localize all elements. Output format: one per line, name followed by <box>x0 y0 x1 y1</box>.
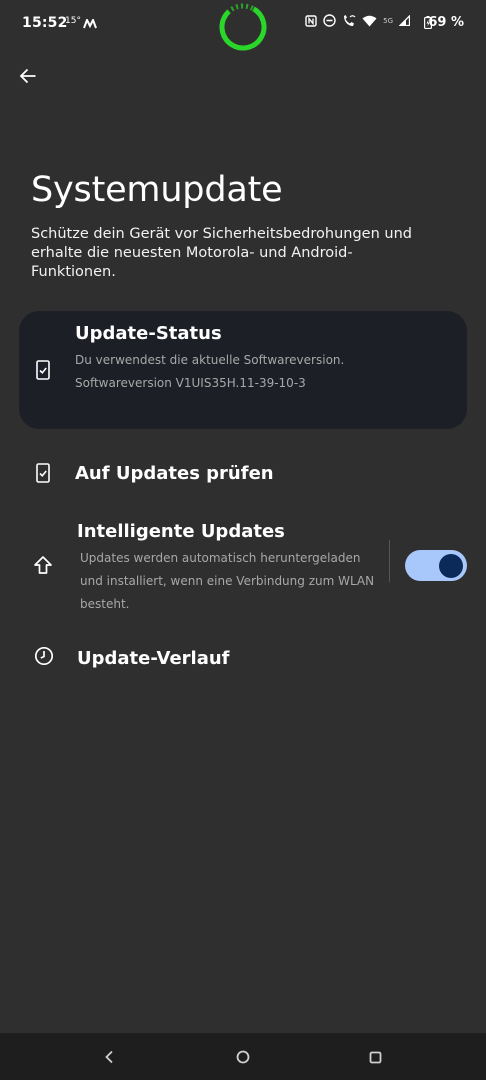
home-nav-icon <box>236 1050 250 1064</box>
nav-back-button[interactable] <box>97 1045 121 1069</box>
update-history-item[interactable]: Update-Verlauf <box>0 640 486 680</box>
update-status-title: Update-Status <box>75 323 222 344</box>
system-update-screen: 15:52 15° 5G 69 % Systemupdate Schütze d… <box>0 0 486 1080</box>
page-title: Systemupdate <box>31 170 283 210</box>
smart-updates-label: Intelligente Updates <box>77 521 285 542</box>
toggle-divider <box>389 540 390 582</box>
status-icons: 5G <box>305 14 410 27</box>
update-status-card[interactable]: Update-Status Du verwendest die aktuelle… <box>19 311 467 429</box>
wifi-call-icon <box>342 14 356 27</box>
phone-check-icon <box>35 360 51 384</box>
wifi-icon <box>362 15 377 27</box>
moto-icon <box>83 14 97 33</box>
phone-check-icon <box>35 463 51 487</box>
back-nav-icon <box>105 1050 113 1064</box>
page-subtitle: Schütze dein Gerät vor Sicherheitsbedroh… <box>31 226 412 280</box>
back-button[interactable] <box>14 62 42 90</box>
clock-icon <box>34 646 54 670</box>
progress-ring-icon <box>218 2 268 56</box>
nav-recents-button[interactable] <box>363 1045 387 1069</box>
update-history-label: Update-Verlauf <box>77 648 230 669</box>
smart-updates-description: Updates werden automatisch heruntergelad… <box>80 551 375 611</box>
toggle-knob <box>439 553 463 578</box>
status-bar: 15:52 15° 5G 69 % <box>0 0 486 51</box>
network-type: 5G <box>383 16 393 25</box>
navigation-bar <box>0 1033 486 1080</box>
software-version: Softwareversion V1UIS35H.11-39-10-3 <box>75 376 306 390</box>
dnd-icon <box>323 14 336 27</box>
status-time: 15:52 <box>22 15 68 31</box>
check-updates-item[interactable]: Auf Updates prüfen <box>0 455 486 495</box>
battery-percent: 69 % <box>428 15 464 30</box>
smart-updates-toggle[interactable] <box>405 550 467 581</box>
recents-nav-icon <box>369 1051 381 1063</box>
check-updates-label: Auf Updates prüfen <box>75 463 274 484</box>
nav-home-button[interactable] <box>231 1045 255 1069</box>
signal-icon <box>399 15 410 26</box>
nfc-icon <box>305 14 317 27</box>
update-status-message: Du verwendest die aktuelle Softwareversi… <box>75 353 345 367</box>
status-temperature: 15° <box>65 16 81 26</box>
arrow-up-icon <box>33 555 53 579</box>
arrow-left-icon <box>19 68 36 84</box>
